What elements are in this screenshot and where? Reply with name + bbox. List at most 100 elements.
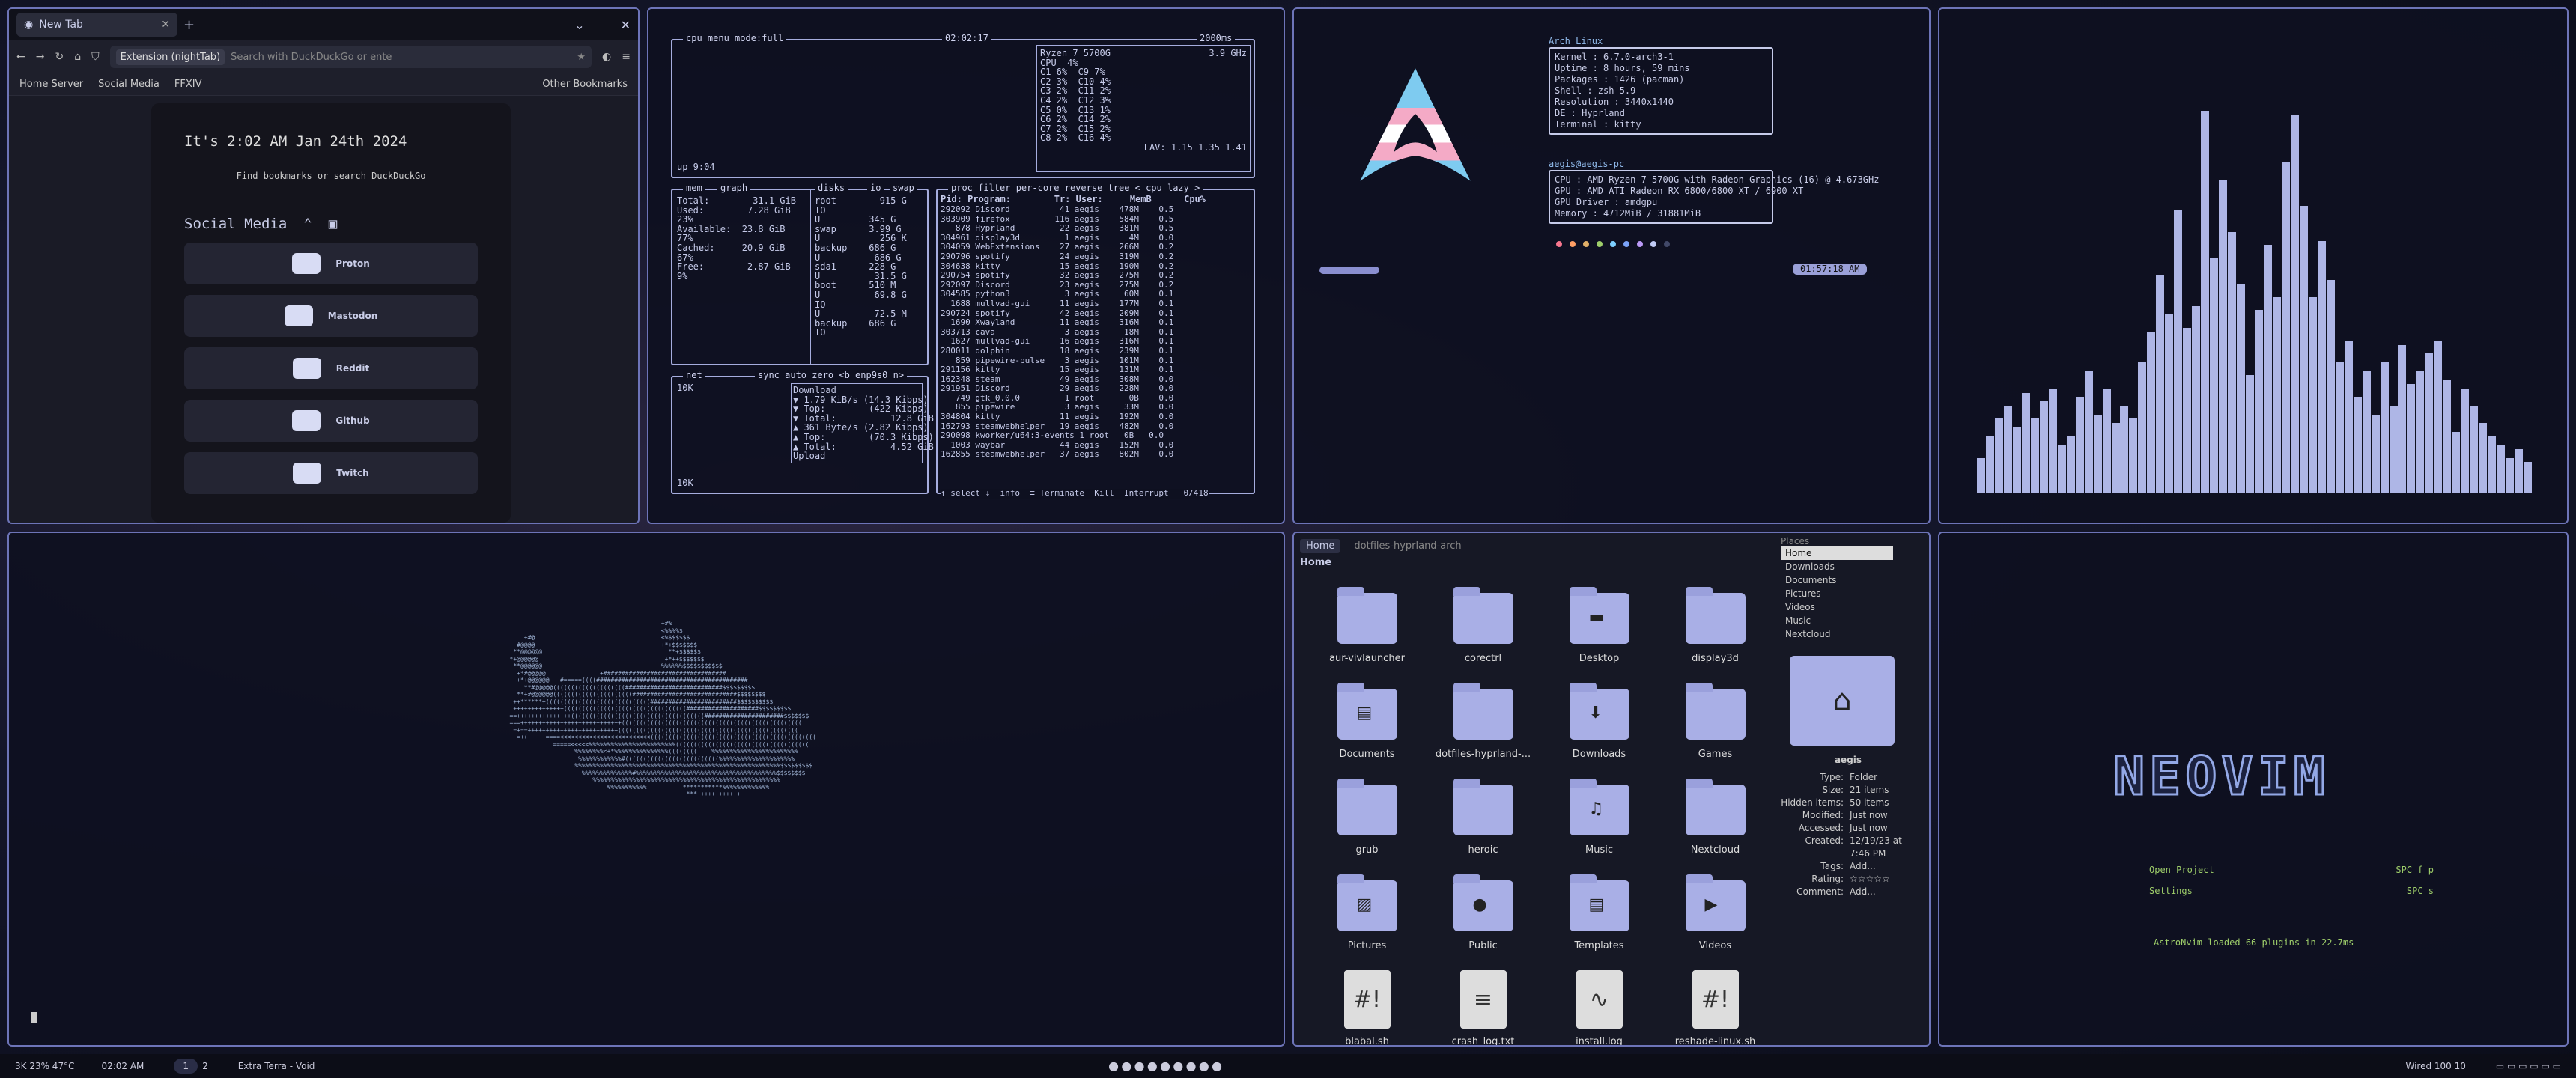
spectrum-bar (2299, 206, 2308, 493)
spectrum-bar (2497, 445, 2506, 493)
place-item[interactable]: Downloads (1781, 560, 1929, 573)
proc-list[interactable]: 292092 Discord 41 aegis 478M 0.5 303909 f… (941, 205, 1248, 475)
reload-icon[interactable]: ↻ (55, 51, 64, 63)
page-clock: It's 2:02 AM Jan 24th 2024 (184, 133, 407, 150)
file-item[interactable]: ▶ Videos (1657, 873, 1773, 958)
place-item[interactable]: Music (1781, 614, 1929, 627)
tray-icons[interactable]: ⬤ ⬤ ⬤ ⬤ ⬤ ⬤ ⬤ ⬤ ⬤ (1108, 1061, 1221, 1071)
new-tab-button[interactable]: + (183, 17, 195, 33)
link-proton[interactable]: Proton (184, 243, 478, 284)
place-item[interactable]: Pictures (1781, 587, 1929, 600)
shield-icon[interactable]: ⛉ (91, 51, 100, 63)
file-item[interactable]: grub (1309, 777, 1425, 862)
chevron-down-icon[interactable]: ⌄ (574, 18, 584, 32)
extension-icon[interactable]: ◐ (602, 51, 611, 63)
open-all-icon[interactable]: ▣ (329, 216, 337, 232)
place-item[interactable]: Videos (1781, 600, 1929, 614)
place-item[interactable]: Documents (1781, 573, 1929, 587)
file-item[interactable]: Games (1657, 681, 1773, 767)
bookmark-home-server[interactable]: Home Server (19, 79, 83, 90)
tab-new-tab[interactable]: ◉ New Tab ✕ (16, 13, 177, 37)
spectrum-bar (2246, 375, 2255, 493)
url-bar[interactable]: Extension (nightTab) Search with DuckDuc… (109, 46, 592, 68)
workspace-1[interactable]: 1 (174, 1059, 198, 1074)
mem-row: 23% (677, 214, 693, 225)
file-item[interactable]: #! reshade-linux.sh (1657, 969, 1773, 1047)
file-item[interactable]: ▨ Pictures (1309, 873, 1425, 958)
workspace-2[interactable]: 2 (202, 1061, 208, 1071)
tab-home[interactable]: Home (1300, 539, 1341, 553)
file-name: Pictures (1347, 940, 1387, 951)
file-name: aur-vivlauncher (1329, 653, 1405, 664)
file-item[interactable]: #! blabal.sh (1309, 969, 1425, 1045)
close-window-icon[interactable]: ✕ (621, 18, 631, 32)
network-status[interactable]: Wired 100 10 (2405, 1061, 2465, 1071)
info-row: Created: 12/19/23 at 7:46 PM (1781, 835, 1929, 860)
folder-icon (1453, 779, 1513, 835)
file-item[interactable]: dotfiles-hyprland-... (1425, 681, 1541, 767)
place-item[interactable]: Nextcloud (1781, 627, 1929, 641)
os-info-line: Resolution : 3440x1440 (1555, 97, 1674, 107)
os-info-line: Uptime : 8 hours, 59 mins (1555, 63, 1690, 73)
file-name: Videos (1698, 940, 1732, 951)
io-toggle[interactable]: io (867, 183, 884, 193)
file-item[interactable]: aur-vivlauncher (1309, 585, 1425, 671)
file-item[interactable]: ∿ install.log (1541, 969, 1657, 1045)
proc-header[interactable]: proc filter per-core reverse tree < cpu … (948, 183, 1203, 193)
palette-swatch (1597, 241, 1603, 247)
close-icon[interactable]: ✕ (161, 19, 170, 31)
breadcrumb[interactable]: Home (1300, 557, 1331, 568)
file-item[interactable]: ♫ Music (1541, 777, 1657, 862)
bookmark-other[interactable]: Other Bookmarks (542, 79, 628, 90)
file-item[interactable]: ▤ Templates (1541, 873, 1657, 958)
tab-dotfiles[interactable]: dotfiles-hyprland-arch (1348, 539, 1467, 553)
folder-emblem-icon: ♫ (1588, 800, 1604, 818)
search-hint[interactable]: Find bookmarks or search DuckDuckGo (184, 171, 478, 181)
place-item[interactable]: Home (1781, 546, 1893, 560)
bookmark-social-media[interactable]: Social Media (98, 79, 160, 90)
link-mastodon[interactable]: Mastodon (184, 295, 478, 337)
file-item[interactable]: display3d (1657, 585, 1773, 671)
folder-icon: ▤ (1569, 874, 1629, 931)
nav-bar: ← → ↻ ⌂ ⛉ Extension (nightTab) Search wi… (9, 40, 638, 73)
file-item[interactable]: Nextcloud (1657, 777, 1773, 862)
file-item[interactable]: ≡ crash_log.txt (1425, 969, 1541, 1045)
spectrum-bar (2371, 414, 2380, 493)
dashboard-key: SPC f p (2396, 865, 2434, 875)
star-icon[interactable]: ★ (577, 52, 586, 63)
swap-toggle[interactable]: swap (890, 183, 917, 193)
file-item[interactable]: corectrl (1425, 585, 1541, 671)
dashboard-key: SPC s (2406, 886, 2434, 896)
net-options[interactable]: sync auto zero <b enp9s0 n> (755, 370, 908, 380)
mem-row: Free: 2.87 GiB (677, 261, 791, 272)
link-twitch[interactable]: Twitch (184, 452, 478, 494)
dashboard-item[interactable]: Open Project SPC f p (2149, 859, 2434, 880)
link-github[interactable]: Github (184, 400, 478, 442)
home-icon[interactable]: ⌂ (74, 51, 81, 63)
spectrum-bar (2290, 115, 2299, 493)
dashboard-item[interactable]: Settings SPC s (2149, 880, 2434, 901)
proc-box: proc filter per-core reverse tree < cpu … (936, 183, 1255, 499)
folder-emblem-icon: ▤ (1356, 704, 1373, 722)
cpu-core-row: C6 2% C14 2% (1040, 114, 1111, 125)
bar-clock[interactable]: 02:02 AM (101, 1061, 144, 1071)
file-item[interactable]: ⬇ Downloads (1541, 681, 1657, 767)
proc-footer[interactable]: ↑ select ↓ info ≡ Terminate Kill Interru… (941, 489, 1209, 499)
forward-icon[interactable]: → (36, 51, 45, 63)
back-icon[interactable]: ← (16, 51, 25, 63)
menu-icon[interactable]: ≡ (622, 51, 631, 63)
file-item[interactable]: ▬ Desktop (1541, 585, 1657, 671)
link-reddit[interactable]: Reddit (184, 347, 478, 389)
cpu-cores: Ryzen 7 5700G 3.9 GHz CPU 4% C1 6% C9 7% C2… (1036, 45, 1251, 172)
spectrum-bar (2443, 380, 2452, 493)
hw-info: CPU : AMD Ryzen 7 5700G with Radeon Grap… (1549, 170, 1879, 224)
bookmark-ffxiv[interactable]: FFXIV (174, 79, 202, 90)
file-item[interactable]: ● Public (1425, 873, 1541, 958)
search-input[interactable]: Search with DuckDuckGo or ente (231, 52, 392, 63)
file-name: reshade-linux.sh (1674, 1036, 1756, 1047)
file-item[interactable]: heroic (1425, 777, 1541, 862)
power-icons[interactable]: ▭ ▭ ▭ ▭ ▭ ▭ (2496, 1061, 2561, 1071)
file-item[interactable]: ▤ Documents (1309, 681, 1425, 767)
collapse-icon[interactable]: ⌃ (303, 216, 312, 232)
mem-graph-toggle[interactable]: graph (717, 183, 751, 193)
